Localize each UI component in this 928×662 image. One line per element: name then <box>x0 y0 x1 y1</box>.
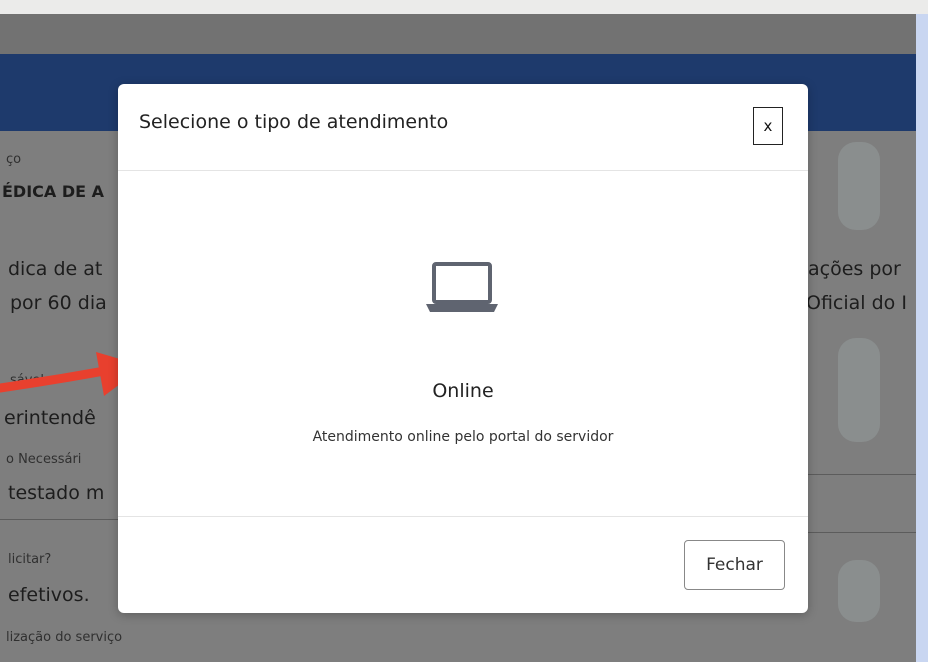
service-type-modal: Selecione o tipo de atendimento x Online… <box>118 84 808 613</box>
side-pill-3 <box>838 560 880 622</box>
page-topbar <box>0 14 916 54</box>
side-pill-1 <box>838 142 880 230</box>
close-footer-button[interactable]: Fechar <box>684 540 785 590</box>
side-pill-2 <box>838 338 880 442</box>
close-footer-label: Fechar <box>706 555 763 575</box>
description-left-line1: dica de at <box>8 258 103 280</box>
divider-right-2 <box>808 532 916 533</box>
option-online-title: Online <box>432 380 494 402</box>
location-label: lização do serviço <box>6 630 123 645</box>
divider-left <box>0 519 118 520</box>
description-right-line2: Oficial do I <box>806 292 907 314</box>
description-left-line2: por 60 dia <box>10 292 107 314</box>
modal-title: Selecione o tipo de atendimento <box>139 111 449 133</box>
modal-footer-divider <box>118 516 808 517</box>
divider-right-1 <box>808 474 916 475</box>
service-label: ço <box>6 152 22 167</box>
laptop-icon <box>426 262 498 312</box>
description-right-line1: ações por <box>808 258 901 280</box>
who-label: licitar? <box>8 552 52 567</box>
modal-close-button[interactable]: x <box>753 107 783 145</box>
required-label: o Necessári <box>6 452 82 467</box>
right-edge-strip <box>916 14 928 662</box>
option-online-description: Atendimento online pelo portal do servid… <box>312 429 614 445</box>
who-value: efetivos. <box>8 584 90 606</box>
required-value: testado m <box>8 482 105 504</box>
modal-header-divider <box>118 170 808 171</box>
service-title: ÉDICA DE A <box>2 182 105 201</box>
close-icon: x <box>763 117 773 135</box>
option-online[interactable]: Online Atendimento online pelo portal do… <box>118 172 808 516</box>
